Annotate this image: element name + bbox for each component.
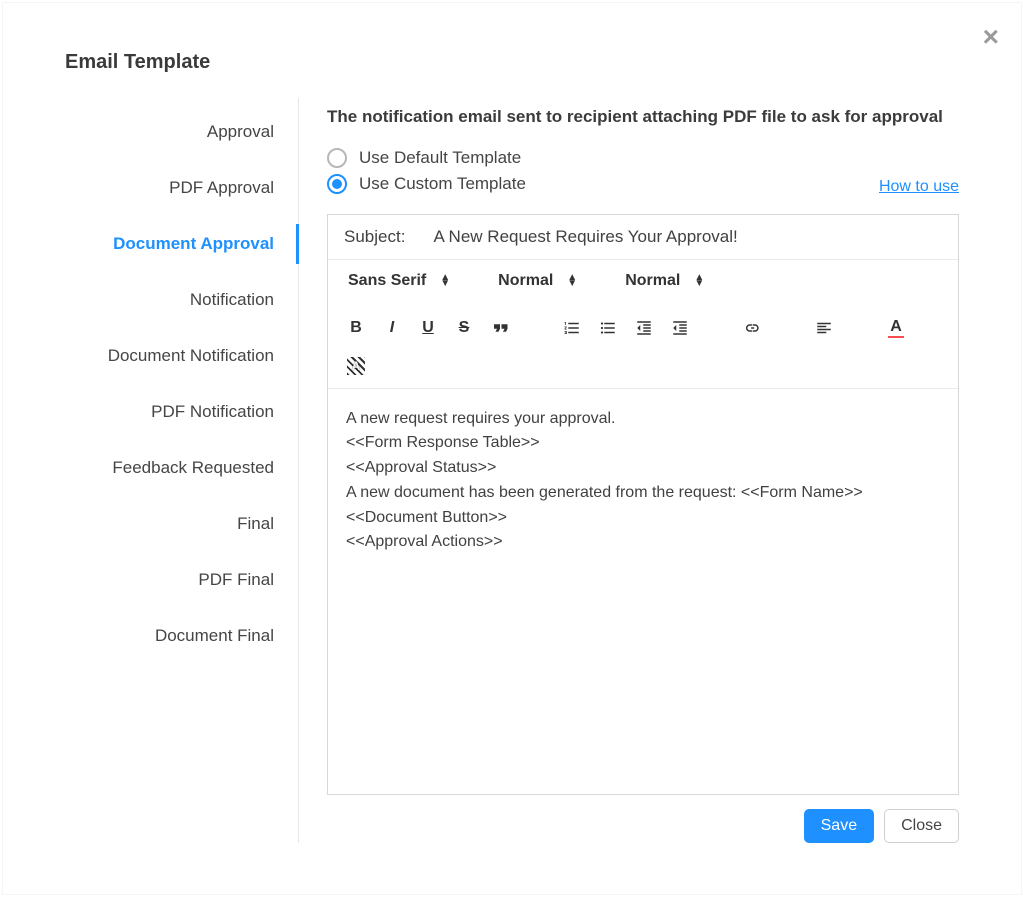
outdent-button[interactable]	[630, 314, 658, 342]
content-pane: The notification email sent to recipient…	[299, 98, 959, 843]
paragraph-style-select[interactable]: Normal ▲▼	[619, 268, 710, 294]
sidebar-item-pdf-approval[interactable]: PDF Approval	[3, 160, 298, 216]
background-color-icon	[347, 357, 365, 375]
sidebar-item-label: PDF Final	[198, 570, 274, 589]
sidebar-item-notification[interactable]: Notification	[3, 272, 298, 328]
modal-body: Approval PDF Approval Document Approval …	[3, 98, 1021, 843]
chevron-updown-icon: ▲▼	[694, 275, 704, 287]
editor-line: <<Document Button>>	[346, 506, 940, 531]
paragraph-style-value: Normal	[625, 272, 680, 290]
align-button[interactable]	[810, 314, 838, 342]
unordered-list-icon	[599, 319, 617, 337]
sidebar-item-document-notification[interactable]: Document Notification	[3, 328, 298, 384]
bold-icon: B	[350, 319, 362, 337]
sidebar-item-feedback-requested[interactable]: Feedback Requested	[3, 440, 298, 496]
subject-label: Subject:	[344, 227, 405, 247]
sidebar-item-pdf-notification[interactable]: PDF Notification	[3, 384, 298, 440]
how-to-use-link[interactable]: How to use	[879, 178, 959, 196]
close-button[interactable]: Close	[884, 809, 959, 843]
link-icon	[743, 319, 761, 337]
sidebar-item-pdf-final[interactable]: PDF Final	[3, 552, 298, 608]
editor-line: <<Approval Status>>	[346, 456, 940, 481]
bold-button[interactable]: B	[342, 314, 370, 342]
sidebar-item-label: Feedback Requested	[112, 458, 274, 477]
save-button[interactable]: Save	[804, 809, 874, 843]
sidebar-item-final[interactable]: Final	[3, 496, 298, 552]
text-color-button[interactable]: A	[882, 314, 910, 342]
editor-line: A new request requires your approval.	[346, 407, 940, 432]
italic-icon: I	[390, 319, 394, 337]
indent-icon	[671, 319, 689, 337]
link-button[interactable]	[738, 314, 766, 342]
chevron-updown-icon: ▲▼	[440, 275, 450, 287]
sidebar: Approval PDF Approval Document Approval …	[3, 98, 299, 843]
align-icon	[815, 319, 833, 337]
editor-line: A new document has been generated from t…	[346, 481, 940, 506]
strikethrough-button[interactable]: S	[450, 314, 478, 342]
sidebar-item-label: Final	[237, 514, 274, 533]
sidebar-item-label: PDF Notification	[151, 402, 274, 421]
background-color-button[interactable]	[342, 352, 370, 380]
font-family-select[interactable]: Sans Serif ▲▼	[342, 268, 456, 294]
quote-icon	[491, 319, 509, 337]
sidebar-item-label: Document Notification	[108, 346, 274, 365]
template-description: The notification email sent to recipient…	[327, 104, 959, 130]
radio-custom-template[interactable]: Use Custom Template	[327, 174, 526, 194]
radio-default-template[interactable]: Use Default Template	[327, 148, 959, 168]
font-size-value: Normal	[498, 272, 553, 290]
sidebar-item-label: Document Approval	[113, 234, 274, 253]
sidebar-item-approval[interactable]: Approval	[3, 104, 298, 160]
ordered-list-icon	[563, 319, 581, 337]
sidebar-item-label: Approval	[207, 122, 274, 141]
underline-icon: U	[422, 319, 434, 337]
editor-line: <<Form Response Table>>	[346, 431, 940, 456]
modal-title: Email Template	[3, 3, 1021, 98]
close-icon[interactable]: ×	[983, 23, 999, 51]
sidebar-item-document-final[interactable]: Document Final	[3, 608, 298, 664]
radio-label: Use Custom Template	[359, 174, 526, 194]
blockquote-button[interactable]	[486, 314, 514, 342]
outdent-icon	[635, 319, 653, 337]
indent-button[interactable]	[666, 314, 694, 342]
editor-toolbar: Sans Serif ▲▼ Normal ▲▼ Normal ▲▼ B I U	[328, 260, 958, 389]
font-family-value: Sans Serif	[348, 272, 426, 290]
font-size-select[interactable]: Normal ▲▼	[492, 268, 583, 294]
text-color-icon: A	[888, 318, 904, 338]
ordered-list-button[interactable]	[558, 314, 586, 342]
sidebar-item-label: Notification	[190, 290, 274, 309]
radio-label: Use Default Template	[359, 148, 521, 168]
modal-footer: Save Close	[327, 795, 959, 843]
strikethrough-icon: S	[459, 319, 470, 337]
editor-line: <<Approval Actions>>	[346, 530, 940, 555]
chevron-updown-icon: ▲▼	[567, 275, 577, 287]
radio-icon[interactable]	[327, 174, 347, 194]
italic-button[interactable]: I	[378, 314, 406, 342]
editor-body[interactable]: A new request requires your approval. <<…	[328, 389, 958, 794]
editor-container: Subject: Sans Serif ▲▼ Normal ▲▼ Normal …	[327, 214, 959, 795]
sidebar-item-label: Document Final	[155, 626, 274, 645]
sidebar-item-label: PDF Approval	[169, 178, 274, 197]
underline-button[interactable]: U	[414, 314, 442, 342]
sidebar-item-document-approval[interactable]: Document Approval	[3, 216, 298, 272]
subject-input[interactable]	[433, 227, 942, 247]
subject-row: Subject:	[328, 215, 958, 260]
radio-icon[interactable]	[327, 148, 347, 168]
unordered-list-button[interactable]	[594, 314, 622, 342]
email-template-modal: × Email Template Approval PDF Approval D…	[2, 2, 1022, 895]
